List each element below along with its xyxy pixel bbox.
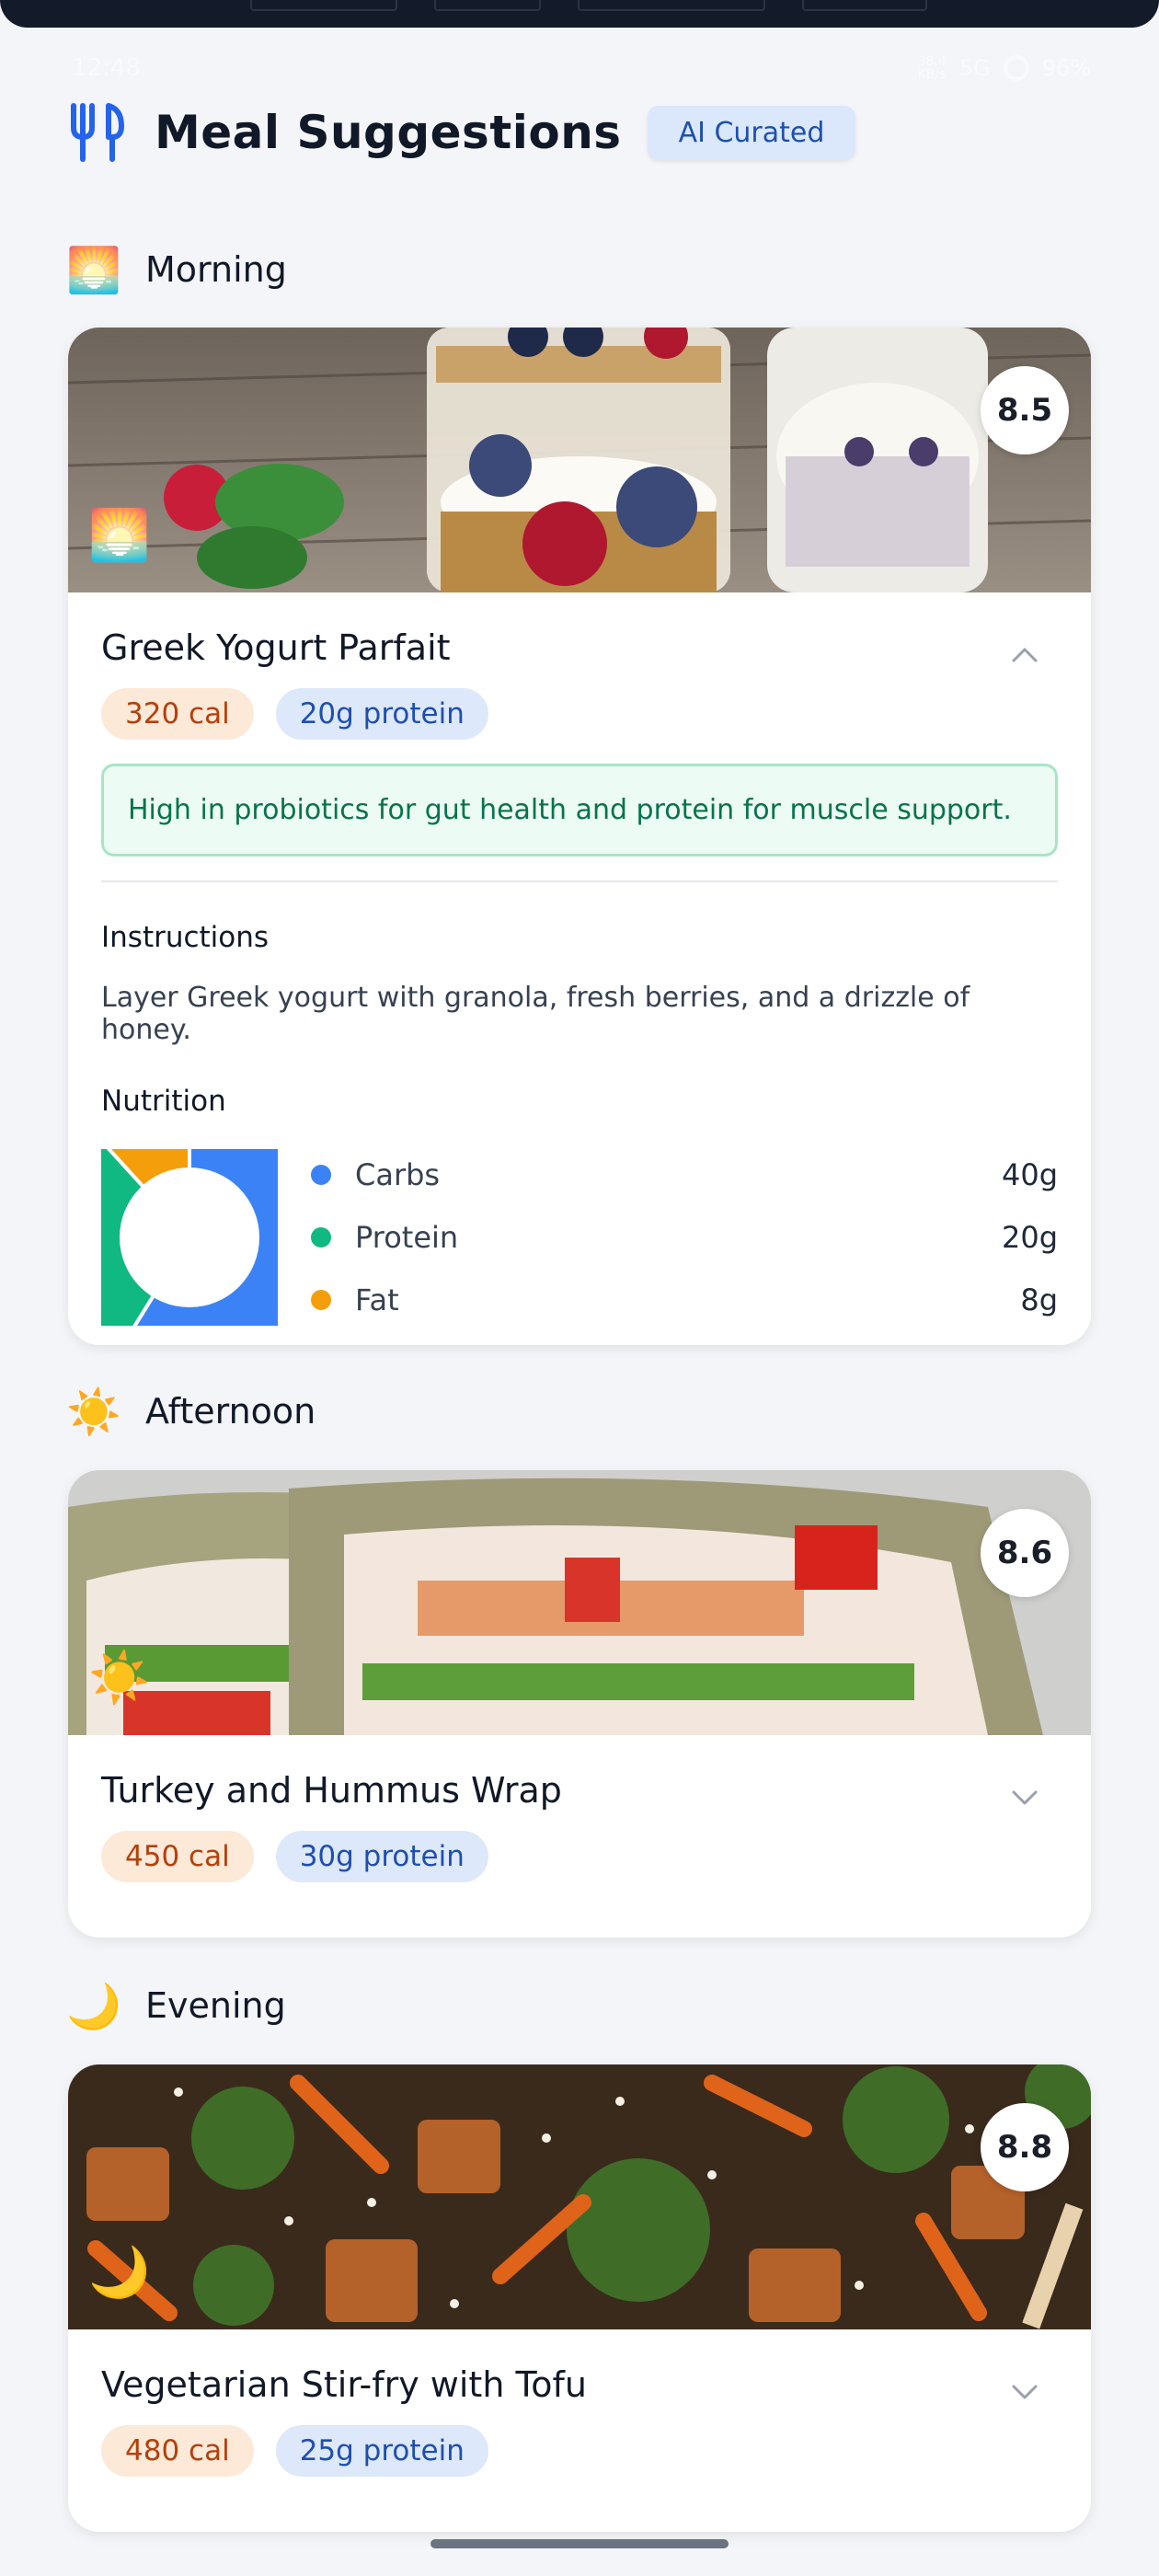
nutrition-panel: Carbs 40g Protein 20g Fat 8g: [101, 1149, 1058, 1326]
nutrition-legend: Carbs 40g Protein 20g Fat 8g: [311, 1149, 1058, 1326]
sunrise-icon: 🌅: [88, 506, 151, 564]
nutrient-value: 20g: [1001, 1220, 1058, 1255]
protein-pill: 20g protein: [275, 688, 488, 740]
chevron-down-icon[interactable]: [1010, 1788, 1039, 1807]
meal-card-body: Turkey and Hummus Wrap 450 cal 30g prote…: [68, 1735, 1091, 1915]
legend-dot: [311, 1165, 331, 1185]
donut-hole: [120, 1167, 259, 1307]
nutrition-title: Nutrition: [101, 1085, 226, 1118]
status-right: 38.4 KB/s 5G 96%: [918, 55, 1091, 81]
score-badge: 8.6: [981, 1509, 1069, 1597]
page-title: Meal Suggestions: [155, 106, 622, 159]
benefit-note: High in probiotics for gut health and pr…: [101, 764, 1058, 857]
meal-stats: 450 cal 30g protein: [101, 1831, 1058, 1882]
legend-dot: [311, 1290, 331, 1310]
sun-icon: ☀️: [66, 1386, 121, 1438]
meal-card-evening[interactable]: 8.8 🌙 Vegetarian Stir-fry with Tofu 480 …: [68, 2064, 1091, 2532]
legend-dot: [311, 1227, 331, 1248]
calorie-pill: 450 cal: [101, 1831, 254, 1882]
meal-stats: 320 cal 20g protein: [101, 688, 1058, 740]
meal-card-afternoon[interactable]: 8.6 ☀️ Turkey and Hummus Wrap 450 cal 30…: [68, 1470, 1091, 1938]
nutrient-name: Fat: [355, 1282, 399, 1317]
top-bar: [0, 0, 1159, 28]
section-header-afternoon: ☀️ Afternoon: [66, 1386, 316, 1438]
meal-name: Turkey and Hummus Wrap: [101, 1770, 562, 1811]
calorie-pill: 480 cal: [101, 2425, 254, 2477]
battery-icon: [1003, 55, 1029, 81]
top-bar-segment: [578, 0, 765, 11]
meal-image: 8.5 🌅: [68, 328, 1091, 592]
nutrient-value: 40g: [1001, 1157, 1058, 1192]
yogurt-parfait-image: [68, 328, 1091, 592]
nutrition-donut-chart: [101, 1149, 278, 1326]
instructions-text: Layer Greek yogurt with granola, fresh b…: [101, 982, 970, 1046]
status-time: 12:48: [72, 54, 141, 82]
nutrient-name: Protein: [355, 1220, 459, 1255]
moon-icon: 🌙: [66, 1980, 121, 2032]
meal-card-morning[interactable]: 8.5 🌅 Greek Yogurt Parfait 320 cal 20g p…: [68, 328, 1091, 1345]
top-bar-segment: [802, 0, 927, 11]
utensils-icon: [68, 100, 129, 165]
divider: [101, 880, 1058, 882]
sunrise-icon: 🌅: [66, 244, 121, 296]
section-label: Afternoon: [145, 1391, 316, 1432]
nutrition-legend-item: Protein 20g: [311, 1217, 1058, 1258]
battery-level: 96%: [1041, 55, 1091, 81]
status-bar: 12:48 38.4 KB/s 5G 96%: [72, 52, 1091, 85]
calorie-pill: 320 cal: [101, 688, 254, 740]
turkey-wrap-image: [68, 1470, 1091, 1735]
section-header-evening: 🌙 Evening: [66, 1980, 286, 2032]
nutrition-legend-item: Fat 8g: [311, 1280, 1058, 1320]
home-indicator[interactable]: [430, 2539, 729, 2548]
score-badge: 8.5: [981, 366, 1069, 454]
section-label: Evening: [145, 1985, 286, 2026]
section-label: Morning: [145, 249, 287, 290]
protein-pill: 25g protein: [275, 2425, 488, 2477]
meal-card-body: Vegetarian Stir-fry with Tofu 480 cal 25…: [68, 2329, 1091, 2510]
meal-card-body: Greek Yogurt Parfait 320 cal 20g protein…: [68, 592, 1091, 1345]
meal-stats: 480 cal 25g protein: [101, 2425, 1058, 2477]
meal-name: Greek Yogurt Parfait: [101, 627, 451, 668]
nutrition-donut-svg: [101, 1149, 278, 1326]
top-bar-segment: [250, 0, 397, 11]
meal-image: 8.8 🌙: [68, 2064, 1091, 2329]
sun-icon: ☀️: [88, 1649, 151, 1707]
nutrient-name: Carbs: [355, 1157, 441, 1192]
top-bar-segment: [434, 0, 541, 11]
chevron-down-icon[interactable]: [1010, 2383, 1039, 2401]
app-header: Meal Suggestions AI Curated: [68, 98, 856, 167]
protein-pill: 30g protein: [275, 1831, 488, 1882]
instructions-title: Instructions: [101, 921, 270, 954]
ai-curated-badge: AI Curated: [647, 105, 856, 160]
moon-icon: 🌙: [88, 2243, 151, 2301]
network-label: 5G: [958, 55, 991, 81]
chevron-up-icon[interactable]: [1010, 646, 1039, 664]
nutrient-value: 8g: [1020, 1282, 1058, 1317]
meal-name: Vegetarian Stir-fry with Tofu: [101, 2364, 587, 2405]
tofu-stir-fry-image: [68, 2064, 1091, 2329]
section-header-morning: 🌅 Morning: [66, 244, 287, 296]
net-speed: 38.4 KB/s: [917, 54, 947, 82]
nutrition-legend-item: Carbs 40g: [311, 1155, 1058, 1195]
meal-image: 8.6 ☀️: [68, 1470, 1091, 1735]
score-badge: 8.8: [981, 2103, 1069, 2191]
